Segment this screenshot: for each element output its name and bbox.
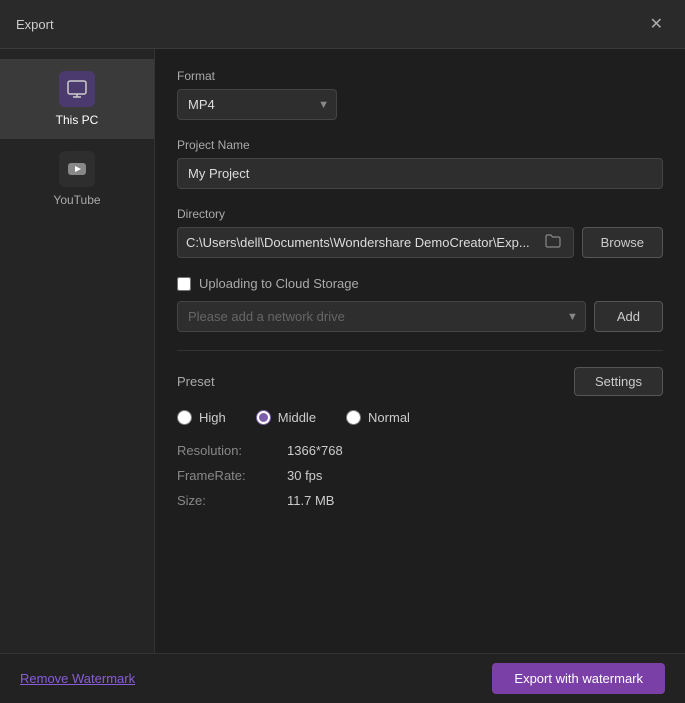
framerate-value: 30 fps <box>287 468 663 483</box>
radio-high[interactable]: High <box>177 410 226 425</box>
directory-row: Browse <box>177 227 663 258</box>
add-button[interactable]: Add <box>594 301 663 332</box>
radio-group: High Middle Normal <box>177 410 663 425</box>
radio-normal-label: Normal <box>368 410 410 425</box>
cloud-drive-select[interactable]: Please add a network drive <box>177 301 586 332</box>
cloud-select-wrapper: Please add a network drive ▼ <box>177 301 586 332</box>
youtube-icon <box>59 151 95 187</box>
radio-normal-input[interactable] <box>346 410 361 425</box>
framerate-key: FrameRate: <box>177 468 287 483</box>
directory-group: Directory Browse <box>177 207 663 258</box>
size-key: Size: <box>177 493 287 508</box>
radio-middle[interactable]: Middle <box>256 410 316 425</box>
footer: Remove Watermark Export with watermark <box>0 653 685 703</box>
project-name-group: Project Name <box>177 138 663 189</box>
title-bar-text: Export <box>16 17 54 32</box>
settings-button[interactable]: Settings <box>574 367 663 396</box>
export-button[interactable]: Export with watermark <box>492 663 665 694</box>
format-select[interactable]: MP4 AVI MOV WMV <box>177 89 337 120</box>
preset-label: Preset <box>177 374 215 389</box>
preset-row: Preset Settings <box>177 367 663 396</box>
this-pc-label: This PC <box>56 113 99 127</box>
folder-icon-button[interactable] <box>541 232 565 254</box>
remove-watermark-link[interactable]: Remove Watermark <box>20 671 135 686</box>
project-name-label: Project Name <box>177 138 663 152</box>
format-label: Format <box>177 69 663 83</box>
size-value: 11.7 MB <box>287 493 663 508</box>
radio-middle-input[interactable] <box>256 410 271 425</box>
info-grid: Resolution: 1366*768 FrameRate: 30 fps S… <box>177 443 663 508</box>
title-bar: Export ✕ <box>0 0 685 49</box>
resolution-key: Resolution: <box>177 443 287 458</box>
sidebar: This PC YouTube <box>0 49 155 653</box>
checkbox-row: Uploading to Cloud Storage <box>177 276 663 291</box>
cloud-drive-row: Please add a network drive ▼ Add <box>177 301 663 332</box>
browse-button[interactable]: Browse <box>582 227 663 258</box>
content-area: Format MP4 AVI MOV WMV ▼ Project Name Di… <box>155 49 685 653</box>
resolution-value: 1366*768 <box>287 443 663 458</box>
format-select-wrapper: MP4 AVI MOV WMV ▼ <box>177 89 337 120</box>
cloud-storage-label[interactable]: Uploading to Cloud Storage <box>199 276 359 291</box>
sidebar-item-youtube[interactable]: YouTube <box>0 139 154 219</box>
sidebar-item-this-pc[interactable]: This PC <box>0 59 154 139</box>
youtube-label: YouTube <box>53 193 100 207</box>
cloud-storage-checkbox[interactable] <box>177 277 191 291</box>
divider <box>177 350 663 351</box>
this-pc-icon <box>59 71 95 107</box>
format-group: Format MP4 AVI MOV WMV ▼ <box>177 69 663 120</box>
project-name-input[interactable] <box>177 158 663 189</box>
radio-middle-label: Middle <box>278 410 316 425</box>
directory-input[interactable] <box>186 228 541 257</box>
radio-high-label: High <box>199 410 226 425</box>
radio-high-input[interactable] <box>177 410 192 425</box>
close-button[interactable]: ✕ <box>644 12 669 36</box>
dir-input-wrapper <box>177 227 574 258</box>
radio-normal[interactable]: Normal <box>346 410 410 425</box>
directory-label: Directory <box>177 207 663 221</box>
cloud-storage-group: Uploading to Cloud Storage Please add a … <box>177 276 663 332</box>
